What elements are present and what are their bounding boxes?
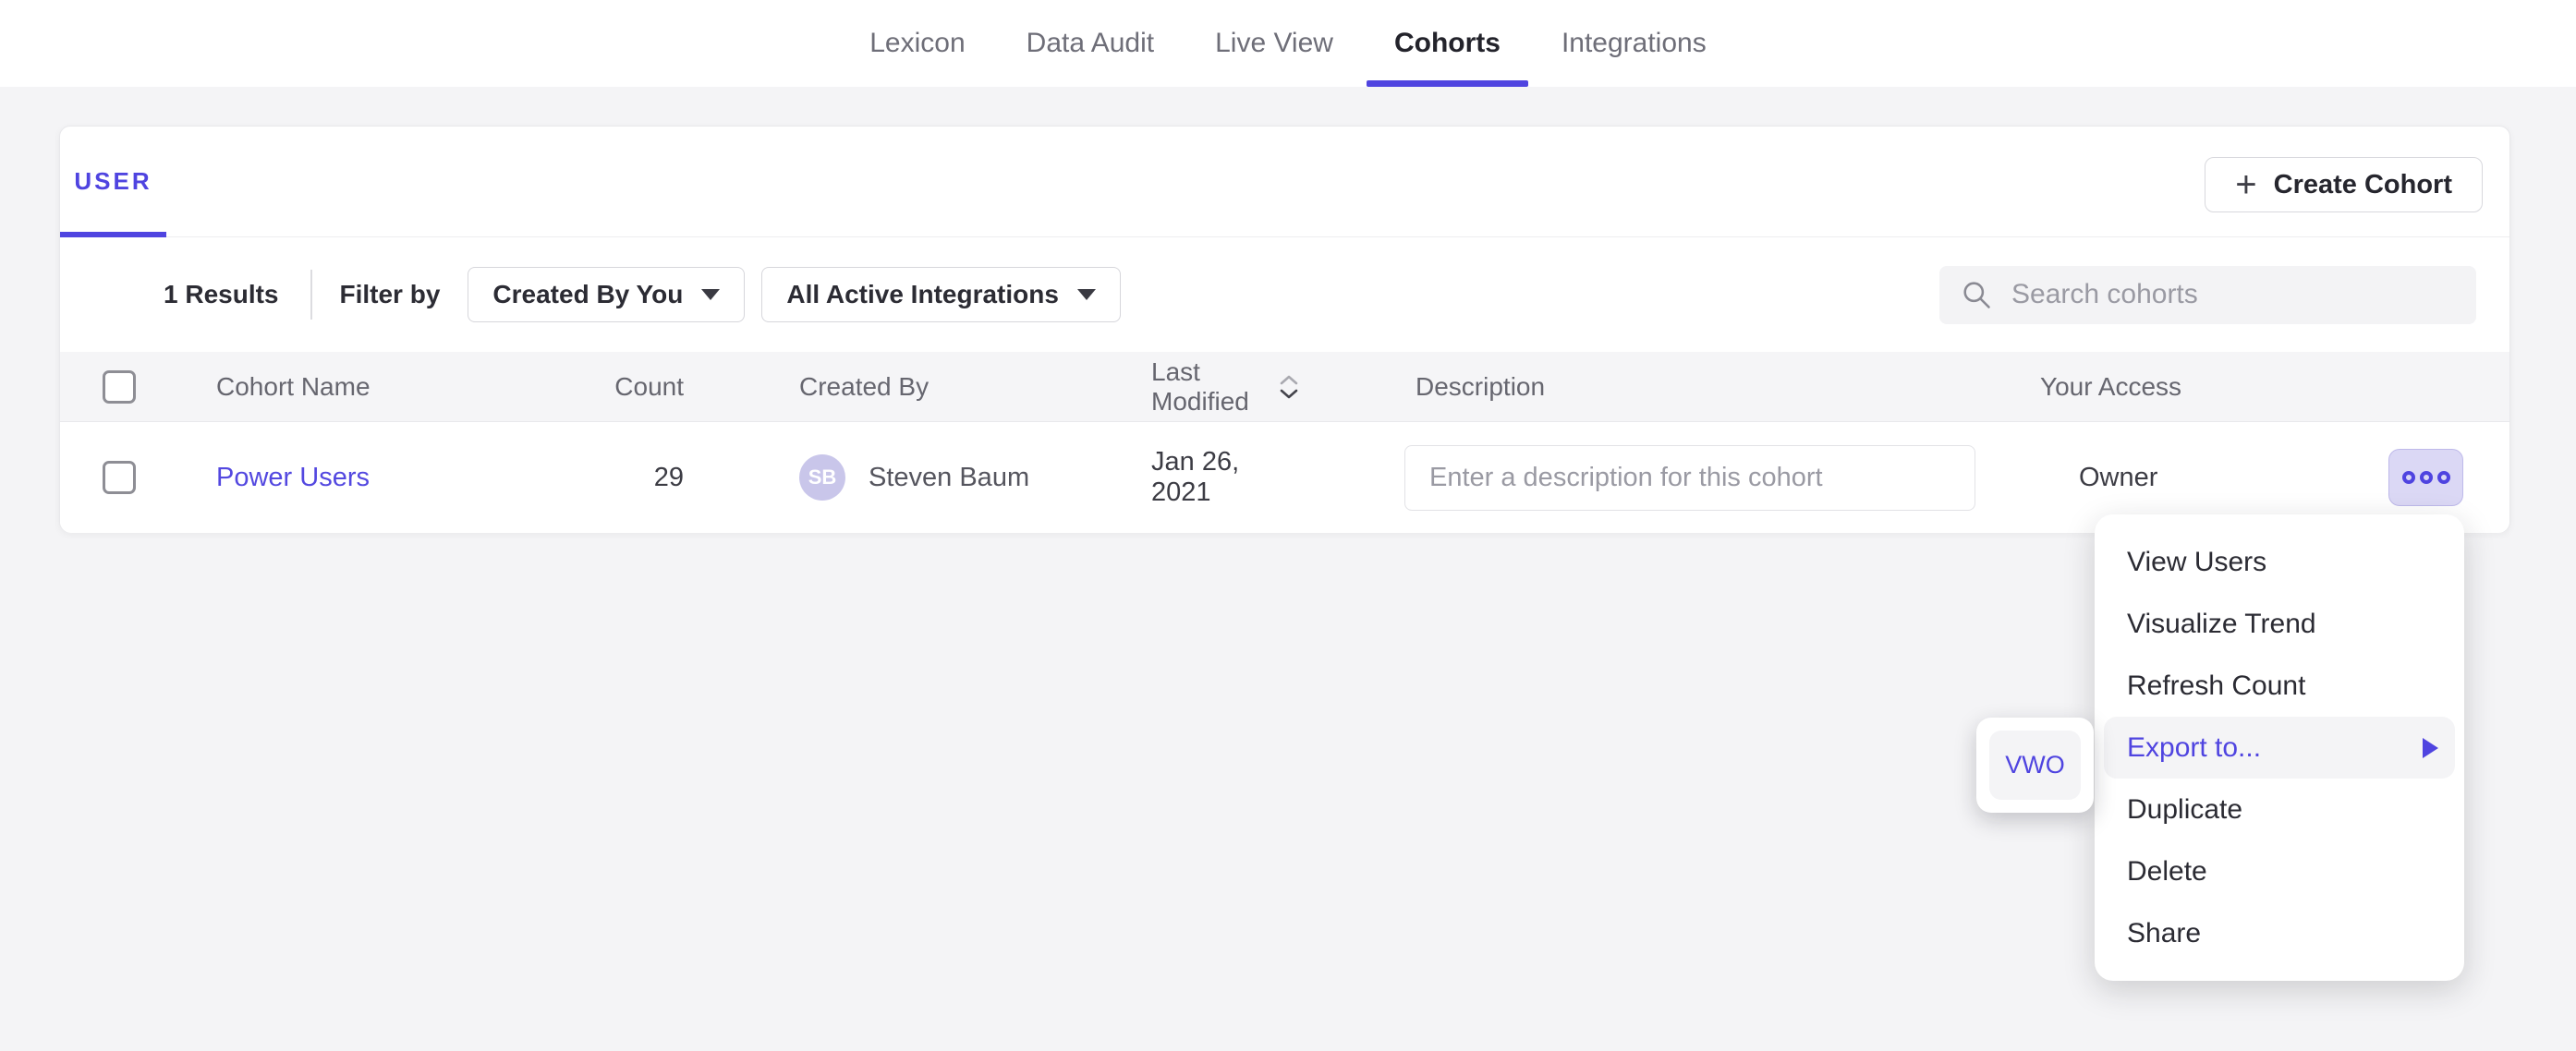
integrations-filter-label: All Active Integrations — [786, 280, 1059, 309]
avatar: SB — [799, 454, 845, 501]
row-checkbox-cell — [60, 461, 136, 494]
results-count: 1 Results — [164, 280, 279, 309]
header-created-by: Created By — [684, 372, 1035, 402]
vertical-divider — [310, 270, 312, 320]
cohort-name-cell: Power Users — [136, 463, 545, 493]
menu-item-label: Share — [2127, 918, 2201, 949]
created-by-filter-dropdown[interactable]: Created By You — [468, 267, 745, 322]
nav-tab-integrations[interactable]: Integrations — [1534, 0, 1734, 87]
filter-row: 1 Results Filter by Created By You All A… — [60, 237, 2509, 352]
description-cell — [1299, 445, 1975, 511]
menu-item-export-to[interactable]: Export to... — [2104, 717, 2455, 779]
menu-item-duplicate[interactable]: Duplicate — [2095, 779, 2464, 840]
more-options-icon — [2437, 471, 2450, 484]
menu-item-label: Duplicate — [2127, 794, 2242, 826]
header-last-modified[interactable]: Last Modified — [1035, 357, 1299, 417]
card-tab-row: USER + Create Cohort — [60, 127, 2509, 237]
menu-item-label: Refresh Count — [2127, 670, 2305, 702]
last-modified-cell: Jan 26, 2021 — [1035, 447, 1299, 508]
nav-tab-lexicon[interactable]: Lexicon — [842, 0, 992, 87]
created-by-name: Steven Baum — [869, 463, 1029, 493]
chevron-down-icon — [1077, 289, 1096, 300]
your-access-cell: Owner — [1975, 463, 2509, 493]
top-nav-tabs: LexiconData AuditLive ViewCohortsIntegra… — [842, 0, 1733, 87]
menu-item-label: Delete — [2127, 856, 2207, 888]
more-options-icon — [2420, 471, 2433, 484]
menu-item-label: View Users — [2127, 547, 2266, 578]
menu-item-label: Export to... — [2127, 732, 2261, 764]
menu-item-share[interactable]: Share — [2095, 902, 2464, 964]
sort-icon[interactable] — [1279, 374, 1299, 400]
access-value: Owner — [2079, 463, 2157, 493]
tab-user[interactable]: USER — [60, 127, 166, 236]
chevron-down-icon — [701, 289, 720, 300]
header-last-modified-label: Last Modified — [1151, 357, 1266, 417]
count-cell: 29 — [545, 463, 684, 493]
nav-tab-cohorts[interactable]: Cohorts — [1367, 0, 1528, 87]
created-by-cell: SB Steven Baum — [684, 454, 1035, 501]
header-description: Description — [1299, 372, 1937, 402]
count-value: 29 — [654, 463, 684, 492]
row-actions-button[interactable] — [2388, 449, 2463, 506]
header-count: Count — [545, 372, 684, 402]
table-header: Cohort Name Count Created By Last Modifi… — [60, 352, 2509, 422]
row-checkbox[interactable] — [103, 461, 136, 494]
search-input[interactable] — [2011, 279, 2456, 310]
nav-tab-data-audit[interactable]: Data Audit — [999, 0, 1182, 87]
context-menu: View Users Visualize Trend Refresh Count Ex… — [2095, 514, 2464, 981]
filter-by-label: Filter by — [340, 280, 441, 309]
create-cohort-label: Create Cohort — [2274, 170, 2452, 200]
menu-item-view-users[interactable]: View Users — [2095, 531, 2464, 593]
menu-item-label: Visualize Trend — [2127, 609, 2316, 640]
integrations-filter-dropdown[interactable]: All Active Integrations — [761, 267, 1121, 322]
export-target-vwo[interactable]: VWO — [1989, 731, 2081, 800]
search-cohorts-box[interactable] — [1939, 266, 2476, 324]
header-your-access: Your Access — [1937, 372, 2509, 402]
menu-item-delete[interactable]: Delete — [2095, 840, 2464, 902]
top-nav: LexiconData AuditLive ViewCohortsIntegra… — [0, 0, 2576, 87]
submenu-arrow-icon — [2423, 738, 2438, 758]
tab-user-label: USER — [74, 167, 152, 196]
export-submenu: VWO — [1976, 718, 2094, 813]
select-all-checkbox[interactable] — [103, 370, 136, 404]
created-by-filter-label: Created By You — [492, 280, 683, 309]
description-input[interactable] — [1404, 445, 1975, 511]
last-modified-value: Jan 26, 2021 — [1151, 447, 1299, 508]
create-cohort-button[interactable]: + Create Cohort — [2205, 157, 2483, 212]
plus-icon: + — [2235, 166, 2256, 203]
menu-item-refresh-count[interactable]: Refresh Count — [2095, 655, 2464, 717]
nav-tab-live-view[interactable]: Live View — [1187, 0, 1361, 87]
cohorts-card: USER + Create Cohort 1 Results Filter by… — [59, 126, 2510, 533]
menu-item-visualize-trend[interactable]: Visualize Trend — [2095, 593, 2464, 655]
search-icon — [1960, 278, 1993, 311]
header-cohort-name: Cohort Name — [136, 372, 545, 402]
cohort-name-link[interactable]: Power Users — [216, 463, 370, 492]
header-checkbox-cell — [60, 370, 136, 404]
more-options-icon — [2402, 471, 2415, 484]
